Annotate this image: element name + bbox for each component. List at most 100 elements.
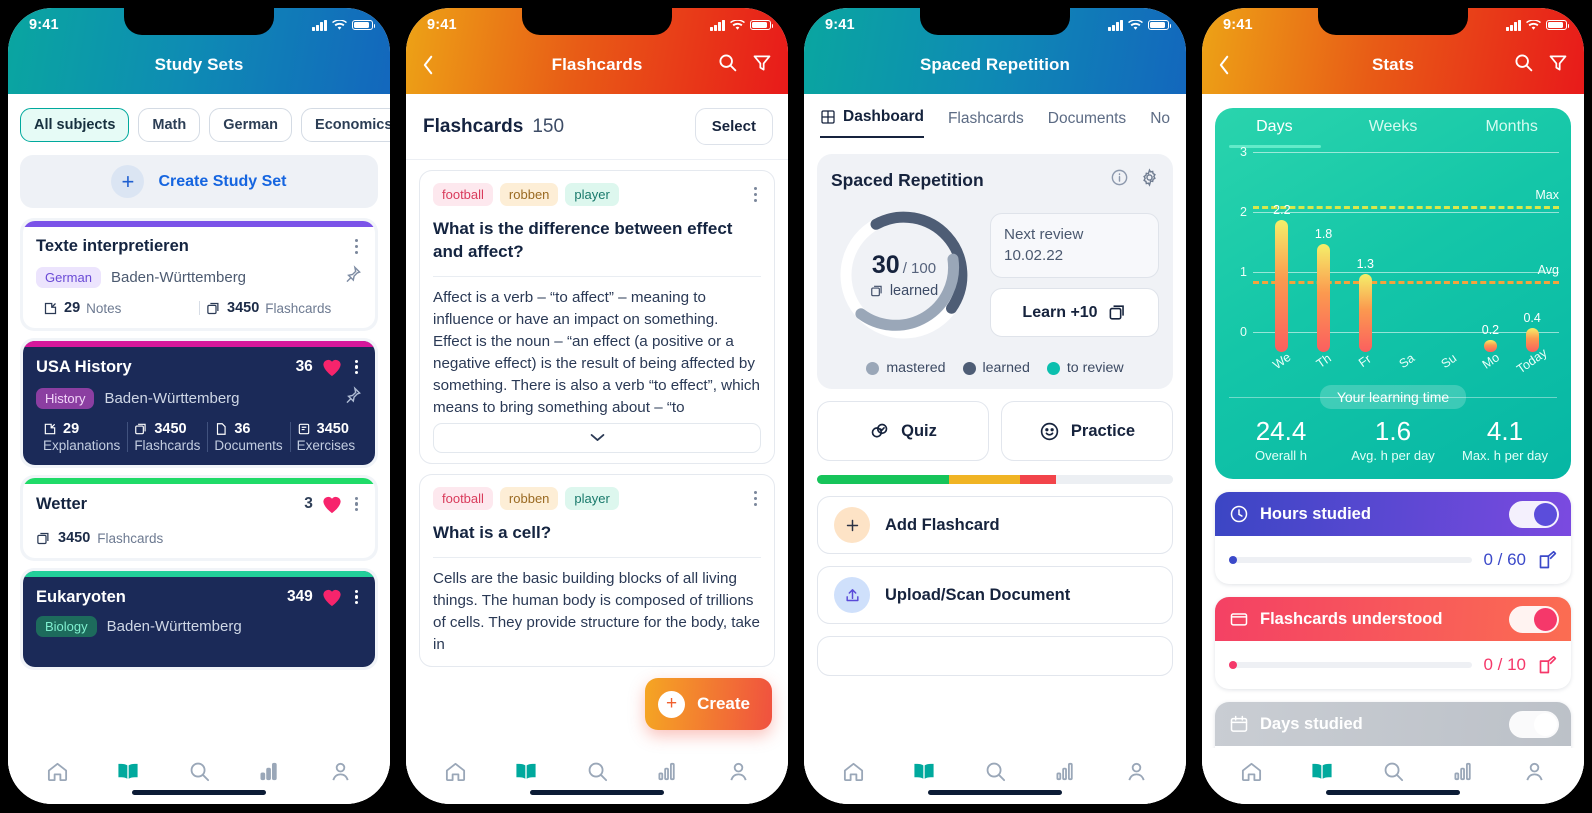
tab-stats[interactable]: [259, 760, 282, 783]
legend-swatch: [962, 361, 976, 375]
pin-icon[interactable]: [343, 386, 362, 410]
tab-stats[interactable]: [1055, 760, 1078, 783]
chip-german[interactable]: German: [209, 108, 293, 142]
back-button[interactable]: [1218, 54, 1231, 76]
heart-icon[interactable]: [321, 357, 343, 377]
gear-icon[interactable]: [1140, 168, 1159, 192]
range-tab-days[interactable]: Days: [1215, 118, 1334, 136]
tab-profile[interactable]: [1125, 760, 1148, 783]
study-set-card-wrapper[interactable]: Eukaryoten 349 Biology Baden-Württemberg: [20, 568, 378, 670]
tab-home[interactable]: [1240, 760, 1263, 783]
tab-search[interactable]: [586, 760, 609, 783]
goal-toggle[interactable]: [1509, 500, 1559, 528]
tab-library[interactable]: [1310, 760, 1334, 783]
goal-progress-track[interactable]: [1229, 556, 1473, 564]
tab-library[interactable]: [912, 760, 936, 783]
more-options-icon[interactable]: [750, 185, 761, 204]
tab-search[interactable]: [1382, 760, 1405, 783]
range-tab-weeks[interactable]: Weeks: [1334, 118, 1453, 136]
study-set-card[interactable]: USA History 36 History Baden-Württemberg…: [23, 341, 375, 465]
search-icon[interactable]: [717, 52, 738, 78]
tab-profile[interactable]: [329, 760, 352, 783]
tab-notes[interactable]: No: [1150, 110, 1170, 138]
tag-chip[interactable]: football: [433, 486, 493, 510]
phone-flashcards: 9:41 Flashcards Flashcards 150 Select fo…: [398, 0, 796, 813]
flashcard-item[interactable]: football robben player What is a cell? C…: [419, 473, 775, 667]
chip-economics[interactable]: Economics: [301, 108, 390, 142]
practice-button[interactable]: Practice: [1001, 401, 1173, 461]
filter-icon[interactable]: [752, 53, 772, 78]
tab-dashboard[interactable]: Dashboard: [820, 108, 924, 138]
learn-button[interactable]: Learn +10: [990, 288, 1159, 338]
create-button[interactable]: + Create: [645, 678, 772, 730]
search-icon[interactable]: [1513, 52, 1534, 78]
stat-value: 24.4: [1255, 416, 1307, 446]
tab-profile[interactable]: [727, 760, 750, 783]
battery-icon: [1546, 19, 1570, 31]
edit-icon[interactable]: [1537, 655, 1558, 676]
edit-icon[interactable]: [1537, 550, 1558, 571]
pin-icon[interactable]: [343, 265, 362, 289]
tab-home[interactable]: [46, 760, 69, 783]
study-set-card-wrapper[interactable]: Texte interpretieren German Baden-Württe…: [20, 218, 378, 331]
tab-documents[interactable]: Documents: [1048, 110, 1126, 138]
stat-label: Notes: [86, 300, 122, 316]
stat-item: 3450 Flashcards: [127, 421, 207, 453]
stat-label: Explanations: [43, 438, 121, 453]
more-options-icon[interactable]: [351, 237, 362, 256]
tab-home[interactable]: [842, 760, 865, 783]
flashcard-item[interactable]: football robben player What is the diffe…: [419, 170, 775, 464]
goal-progress-track[interactable]: [1229, 661, 1473, 669]
status-time: 9:41: [825, 17, 855, 33]
info-icon[interactable]: [1110, 168, 1129, 192]
tab-library[interactable]: [514, 760, 538, 783]
goal-toggle[interactable]: [1509, 710, 1559, 738]
range-tab-months[interactable]: Months: [1452, 118, 1571, 136]
select-button[interactable]: Select: [694, 108, 773, 145]
create-study-set-button[interactable]: + Create Study Set: [20, 155, 378, 208]
wifi-icon: [1526, 19, 1541, 30]
study-set-card[interactable]: Texte interpretieren German Baden-Württe…: [23, 221, 375, 328]
tag-chip[interactable]: player: [565, 486, 619, 510]
tab-stats[interactable]: [657, 760, 680, 783]
expand-button[interactable]: [433, 422, 761, 453]
study-set-stats: 29 Explanations 3450 Flashcards 36 Docum…: [36, 421, 362, 453]
study-set-card[interactable]: Wetter 3 3450 Flashcards: [23, 478, 375, 558]
more-options-icon[interactable]: [351, 358, 362, 377]
heart-icon[interactable]: [321, 494, 343, 514]
quiz-button[interactable]: Quiz: [817, 401, 989, 461]
tab-stats[interactable]: [1453, 760, 1476, 783]
study-set-card[interactable]: Eukaryoten 349 Biology Baden-Württemberg: [23, 571, 375, 667]
study-set-card-wrapper[interactable]: USA History 36 History Baden-Württemberg…: [20, 338, 378, 468]
next-list-button[interactable]: [817, 636, 1173, 676]
filter-icon[interactable]: [1548, 53, 1568, 78]
tab-home[interactable]: [444, 760, 467, 783]
study-set-card-wrapper[interactable]: Wetter 3 3450 Flashcards: [20, 475, 378, 561]
tab-flashcards[interactable]: Flashcards: [948, 110, 1024, 138]
upload-document-button[interactable]: Upload/Scan Document: [817, 566, 1173, 624]
study-set-stats: 3450 Flashcards: [36, 530, 362, 546]
tag-chip[interactable]: player: [565, 183, 619, 206]
chip-math[interactable]: Math: [138, 108, 201, 142]
back-button[interactable]: [422, 54, 435, 76]
bar-value-label: 2.2: [1273, 203, 1291, 217]
heart-icon[interactable]: [321, 587, 343, 607]
progress-segments: [817, 475, 1173, 484]
more-options-icon[interactable]: [351, 588, 362, 607]
book-icon: [914, 763, 934, 779]
more-options-icon[interactable]: [750, 489, 761, 508]
tab-profile[interactable]: [1523, 760, 1546, 783]
tab-search[interactable]: [188, 760, 211, 783]
tag-chip[interactable]: robben: [499, 486, 559, 510]
stat-value: 3450: [227, 300, 260, 316]
goal-toggle[interactable]: [1509, 605, 1559, 633]
divider: [433, 275, 761, 277]
tab-library[interactable]: [116, 760, 140, 783]
more-options-icon[interactable]: [351, 495, 362, 514]
chip-all-subjects[interactable]: All subjects: [20, 108, 130, 142]
tag-chip[interactable]: robben: [499, 183, 559, 206]
tab-search[interactable]: [984, 760, 1007, 783]
add-flashcard-button[interactable]: Add Flashcard: [817, 496, 1173, 554]
tag-chip[interactable]: football: [433, 183, 493, 206]
chevron-left-icon: [423, 55, 433, 75]
